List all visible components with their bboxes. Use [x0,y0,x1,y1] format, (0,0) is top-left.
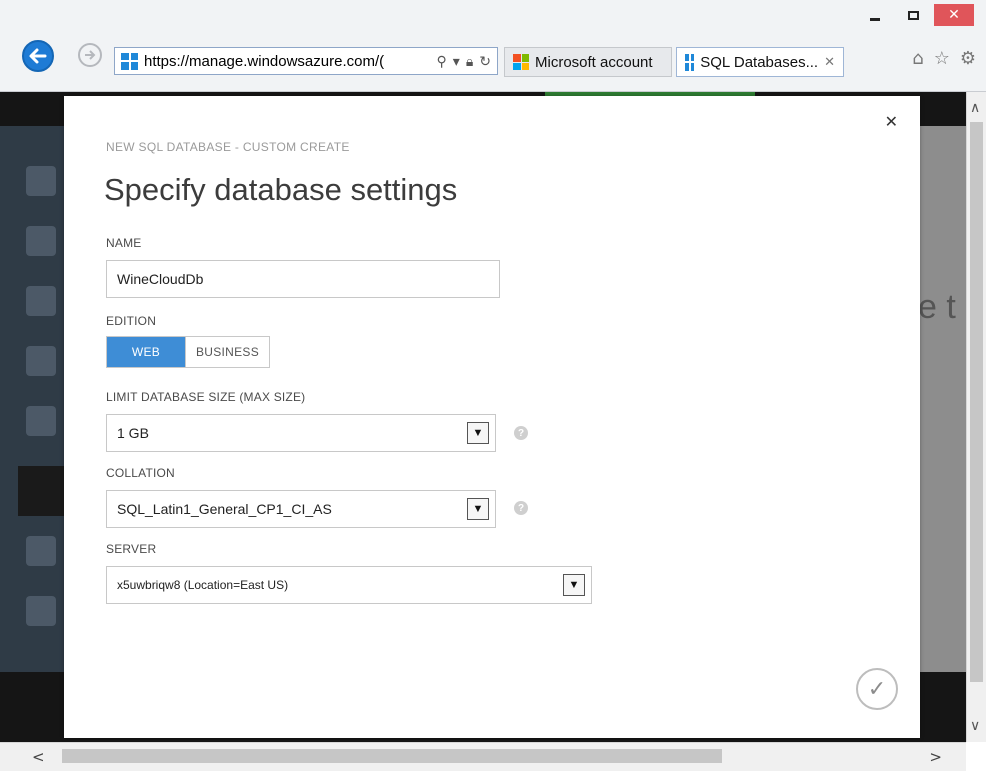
close-window-button[interactable]: ✕ [934,4,974,26]
scroll-down-icon[interactable]: ∨ [970,718,980,734]
collation-help-icon[interactable]: ? [514,501,528,515]
background-partial-text: e t [918,288,956,326]
collation-select[interactable]: SQL_Latin1_General_CP1_CI_AS ▼ [106,490,496,528]
address-tools: ⚲ ▾ 🔒︎ ↻ [437,53,491,70]
scroll-up-icon[interactable]: ∧ [970,100,980,116]
vertical-scrollbar[interactable]: ∧ ∨ [966,92,986,742]
chevron-down-icon[interactable]: ▼ [563,574,585,596]
tab-microsoft-account[interactable]: Microsoft account [504,47,672,77]
collation-value: SQL_Latin1_General_CP1_CI_AS [117,501,332,517]
new-sql-database-dialog: ✕ NEW SQL DATABASE - CUSTOM CREATE Speci… [64,96,920,738]
server-label: SERVER [106,542,157,556]
max-size-select[interactable]: 1 GB ▼ [106,414,496,452]
scroll-right-icon[interactable]: > [929,748,942,766]
dialog-close-icon[interactable]: ✕ [885,112,898,131]
minimize-icon [870,17,880,21]
database-name-input[interactable] [106,260,500,298]
url-host: manage.windowsazure.com/ [189,52,380,70]
sidebar-item-mobile[interactable] [26,346,56,376]
browser-toolbar: ⌂ ☆ ⚙ [912,48,976,69]
dropdown-icon[interactable]: ▾ [453,53,460,70]
window-controls: ✕ [858,4,974,28]
max-size-help-icon[interactable]: ? [514,426,528,440]
sidebar-item-cloud-services[interactable] [26,406,56,436]
sidebar-item-vms[interactable] [26,286,56,316]
sidebar-item-storage[interactable] [26,536,56,566]
address-bar[interactable]: https://manage.windowsazure.com/( ⚲ ▾ 🔒︎… [114,47,498,75]
edition-business-button[interactable]: BUSINESS [185,337,269,367]
address-url[interactable]: https://manage.windowsazure.com/( [144,53,431,70]
edition-web-button[interactable]: WEB [107,337,185,367]
chevron-down-icon[interactable]: ▼ [467,422,489,444]
windows-logo-icon [121,52,138,70]
tab-label: Microsoft account [535,53,653,71]
settings-gear-icon[interactable]: ⚙ [960,48,976,69]
url-rest: ( [379,52,385,70]
forward-button[interactable] [78,43,102,67]
checkmark-icon: ✓ [867,676,887,702]
horizontal-scroll-thumb[interactable] [62,749,722,763]
url-scheme: https:// [144,52,190,70]
browser-chrome: ✕ https://manage.windowsazure.com/( ⚲ ▾ … [0,0,986,92]
edition-label: EDITION [106,314,157,328]
favorites-star-icon[interactable]: ☆ [934,48,950,69]
scroll-left-icon[interactable]: < [32,748,45,766]
chevron-down-icon[interactable]: ▼ [467,498,489,520]
tab-close-icon[interactable]: ✕ [824,54,835,70]
sidebar-item-sql-databases[interactable] [18,466,70,516]
minimize-button[interactable] [858,4,892,26]
server-value: x5uwbriqw8 (Location=East US) [117,578,289,592]
windows-logo-icon [685,53,695,71]
server-select[interactable]: x5uwbriqw8 (Location=East US) ▼ [106,566,592,604]
sidebar-item-hdinsight[interactable] [26,596,56,626]
microsoft-logo-icon [513,54,529,70]
vertical-scroll-thumb[interactable] [970,122,983,682]
max-size-value: 1 GB [117,425,149,441]
dialog-heading: Specify database settings [104,172,458,207]
confirm-checkmark-button[interactable]: ✓ [856,668,898,710]
collation-label: COLLATION [106,466,175,480]
refresh-icon[interactable]: ↻ [479,53,491,70]
search-icon[interactable]: ⚲ [437,53,447,70]
sidebar-item-websites[interactable] [26,226,56,256]
dialog-caption: NEW SQL DATABASE - CUSTOM CREATE [106,140,350,154]
close-icon: ✕ [948,7,960,23]
name-label: NAME [106,236,142,250]
max-size-label: LIMIT DATABASE SIZE (MAX SIZE) [106,390,306,404]
home-icon[interactable]: ⌂ [912,48,923,69]
sidebar-item-all-items[interactable] [26,166,56,196]
lock-icon[interactable]: 🔒︎ [466,53,473,70]
maximize-icon [907,10,919,20]
arrow-left-icon [29,48,47,64]
tab-sql-databases[interactable]: SQL Databases... ✕ [676,47,844,77]
portal-sidebar [0,126,70,672]
tab-label: SQL Databases... [700,53,819,71]
back-button[interactable] [22,40,54,72]
arrow-right-icon [85,50,96,60]
maximize-button[interactable] [896,4,930,26]
edition-toggle: WEB BUSINESS [106,336,270,368]
horizontal-scrollbar[interactable]: < > [0,742,966,771]
